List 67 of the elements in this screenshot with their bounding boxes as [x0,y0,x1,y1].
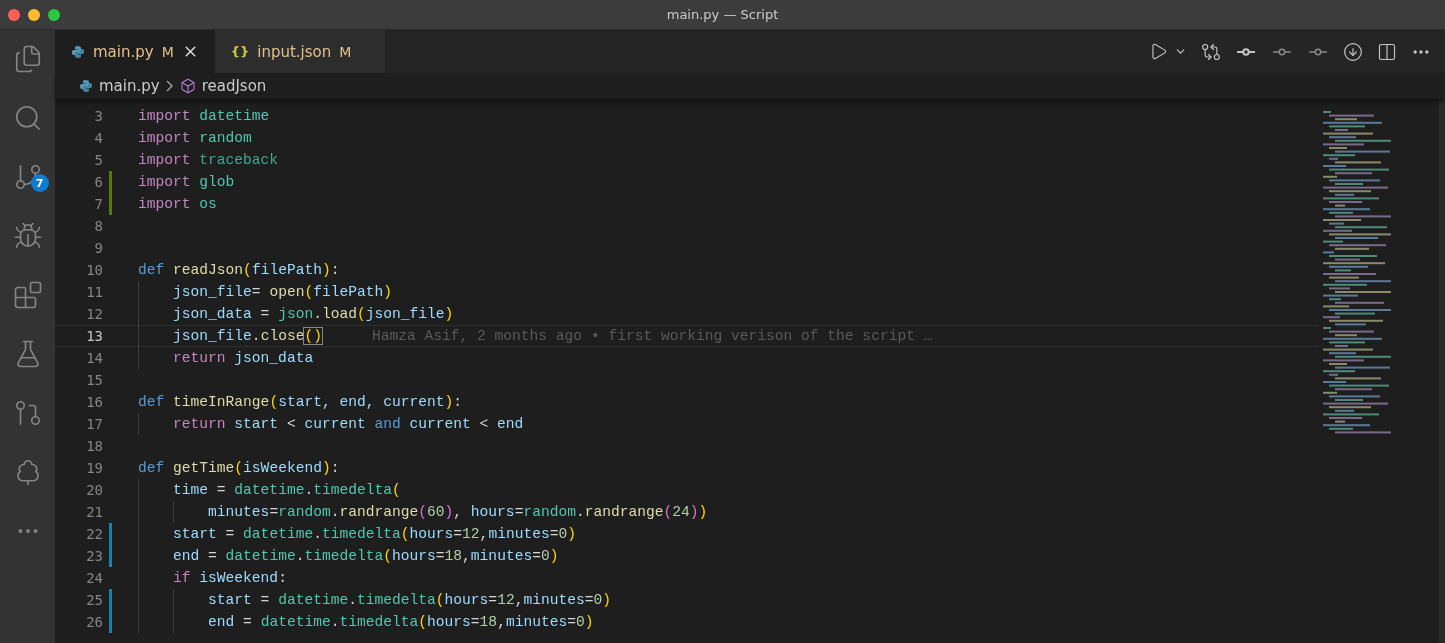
line-number: 13 [85,328,103,344]
tab-label: input.json [257,42,332,61]
code-line: json_file.close() [172,328,322,344]
code-line: end = datetime.timedelta(hours=18,minutes=0) [207,614,594,630]
line-number: 7 [93,196,103,212]
code-line: json_data = json.load(json_file) [172,306,454,322]
code-line: import glob [138,174,235,190]
line-number: 4 [93,130,103,146]
window-title: main.py — Script [666,7,779,22]
code-line: def getTime(isWeekend): [138,460,340,476]
line-number: 15 [85,372,103,388]
line-number: 11 [85,284,103,300]
code-line: import datetime [138,108,270,124]
code-line: minutes=random.randrange(60), hours=random.randrange(24)) [207,504,708,520]
line-number: 10 [85,262,103,278]
code-line: json_file= open(filePath) [172,284,392,300]
line-number: 6 [93,174,103,190]
line-number: 19 [85,460,103,476]
python-file-icon [79,79,93,93]
breadcrumb-symbol[interactable]: readJson [201,77,267,95]
code-line: import traceback [138,152,279,168]
maximize-window-button[interactable] [48,8,60,21]
code-line: def readJson(filePath): [138,262,340,278]
line-number: 25 [85,592,103,608]
code-line: end = datetime.timedelta(hours=18,minutes=0) [172,548,559,564]
line-number: 14 [85,350,103,366]
line-number: 3 [93,108,103,124]
editor-tab[interactable]: main.py M [55,30,215,73]
tab-label: main.py [93,42,154,61]
line-number: 12 [85,306,103,322]
code-line: start = datetime.timedelta(hours=12,minutes=0) [207,592,611,608]
line-number: 5 [93,152,103,168]
editor-tab[interactable]: {} input.json M [214,30,386,73]
line-number: 16 [85,394,103,410]
line-number: 18 [85,438,103,454]
symbol-icon [179,78,196,94]
code-line: import os [138,196,217,212]
line-number: 24 [85,570,103,586]
line-number: 22 [85,526,103,542]
code-line: time = datetime.timedelta( [172,482,401,498]
code-line: return json_data [172,350,314,366]
extensions-icon[interactable] [12,280,43,310]
json-file-icon: {} [230,44,250,59]
line-number: 26 [85,614,103,630]
line-number: 8 [93,218,103,234]
code-line: if isWeekend: [172,570,287,586]
line-number: 17 [85,416,103,432]
modified-status: M [339,43,352,60]
split-editor-icon[interactable] [1377,41,1397,62]
line-number: 9 [93,240,103,256]
modified-status: M [161,43,174,60]
notification-badge: 7 [30,174,49,192]
git-blame-annotation: Hamza Asif, 2 months ago • first working verison of the script … [371,328,933,344]
python-file-icon [71,44,85,59]
line-number: 23 [85,548,103,564]
chevron-icon [165,80,174,92]
close-window-button[interactable] [8,8,20,21]
minimize-window-button[interactable] [28,8,40,21]
code-line: return start < current and current < end [172,416,524,432]
line-number: 20 [85,482,103,498]
line-number: 21 [85,504,103,520]
code-line: start = datetime.timedelta(hours=12,minutes=0) [172,526,576,542]
code-line: def timeInRange(start, end, current): [138,394,463,410]
compare-changes-icon[interactable] [1201,41,1221,62]
code-line: import random [138,130,252,146]
breadcrumb-file[interactable]: main.py [99,77,160,95]
run-icon[interactable] [1149,42,1168,61]
